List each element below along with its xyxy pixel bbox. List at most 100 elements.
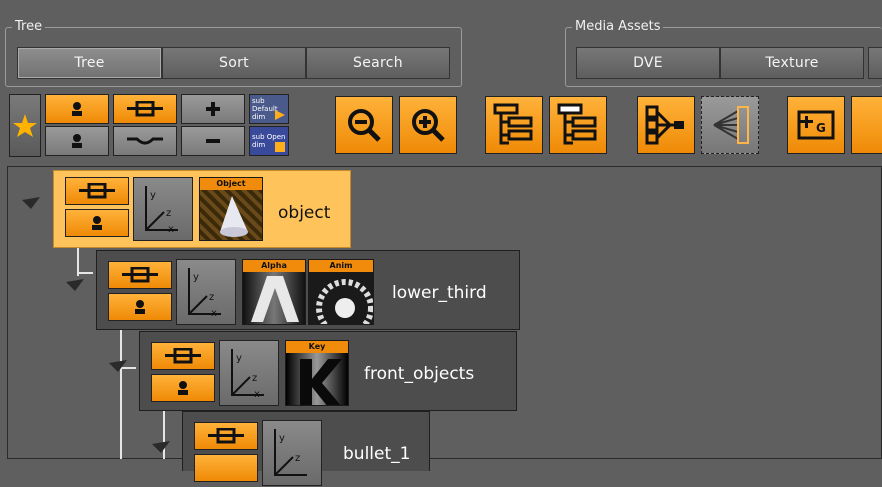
axis-y-label: y bbox=[150, 190, 156, 201]
axis-x-label: x bbox=[254, 389, 260, 400]
expand-arrow-icon[interactable] bbox=[22, 197, 40, 209]
tree-connector bbox=[120, 329, 122, 459]
axis-y-label: y bbox=[279, 433, 285, 444]
node-expand-button[interactable] bbox=[65, 177, 129, 205]
person-icon bbox=[72, 102, 82, 116]
tree-view-alt-icon bbox=[557, 103, 597, 145]
tab-partial[interactable] bbox=[868, 47, 882, 79]
axis-icon: yzx bbox=[231, 349, 264, 400]
connector-expand-icon bbox=[122, 267, 158, 283]
expand-all-button[interactable] bbox=[113, 94, 177, 124]
tree-view-button[interactable] bbox=[485, 96, 543, 154]
node-visibility-button[interactable] bbox=[65, 209, 129, 237]
tab-search-label: Search bbox=[353, 55, 403, 71]
node-visibility-button[interactable] bbox=[151, 374, 215, 402]
sub-default-button[interactable]: sub Default dim bbox=[249, 94, 289, 124]
anim-wheel-icon bbox=[316, 279, 373, 324]
node-transform-button[interactable]: yzx bbox=[133, 177, 193, 241]
node-object-thumbnail[interactable]: Object bbox=[199, 177, 263, 241]
add-group-icon: G bbox=[797, 110, 835, 140]
axis-icon: yzx bbox=[145, 186, 178, 235]
branch-icon bbox=[645, 105, 684, 145]
node-key-thumbnail[interactable]: Key bbox=[285, 340, 349, 406]
tree-view-icon bbox=[493, 103, 533, 145]
axis-x-label: x bbox=[168, 224, 174, 235]
person-icon bbox=[92, 216, 102, 230]
expand-arrow-icon[interactable] bbox=[66, 279, 84, 291]
axis-icon: yzx bbox=[188, 268, 221, 319]
node-expand-button[interactable] bbox=[108, 261, 172, 289]
axis-y-label: y bbox=[193, 272, 199, 283]
tab-sort[interactable]: Sort bbox=[162, 47, 306, 79]
node-transform-button[interactable]: yzx bbox=[176, 259, 236, 325]
media-assets-group-title: Media Assets bbox=[572, 19, 664, 35]
node-anim-thumbnail[interactable]: Anim bbox=[308, 259, 374, 325]
node-transform-button[interactable]: yz bbox=[262, 420, 322, 486]
show-object-button[interactable] bbox=[45, 94, 109, 124]
expand-arrow-icon[interactable] bbox=[109, 360, 127, 372]
tab-search[interactable]: Search bbox=[306, 47, 450, 79]
node-name: lower_third bbox=[392, 283, 487, 303]
plus-icon bbox=[206, 102, 220, 116]
axis-z-label: z bbox=[252, 373, 257, 384]
tree-view-alt-button[interactable] bbox=[549, 96, 607, 154]
partial-toolbar-button[interactable] bbox=[851, 96, 882, 154]
star-icon bbox=[13, 113, 37, 137]
object-cone-icon bbox=[220, 196, 248, 237]
tab-dve[interactable]: DVE bbox=[576, 47, 720, 79]
person-icon-grey bbox=[72, 134, 82, 148]
add-button[interactable] bbox=[181, 94, 245, 124]
zoom-out-button[interactable] bbox=[335, 96, 393, 154]
tree-node-lower-third[interactable]: yzx Alpha Anim lower_third bbox=[96, 250, 520, 330]
tree-node-front-objects[interactable]: yzx Key front_objects bbox=[139, 331, 517, 411]
tree-connector bbox=[77, 272, 93, 274]
connector-expand-icon bbox=[127, 101, 163, 117]
branch-dim-icon bbox=[713, 106, 749, 144]
minus-icon bbox=[206, 139, 220, 143]
node-visibility-button[interactable] bbox=[194, 454, 258, 482]
favorites-button[interactable] bbox=[9, 94, 41, 157]
tree-node-bullet-1[interactable]: yz bullet_1 bbox=[182, 411, 430, 486]
axis-x-label: x bbox=[211, 308, 217, 319]
zoom-in-button[interactable] bbox=[399, 96, 457, 154]
branch-view-dim-button[interactable] bbox=[701, 96, 759, 154]
node-transform-button[interactable]: yzx bbox=[219, 340, 279, 406]
node-name: bullet_1 bbox=[343, 444, 411, 464]
sub-open-button[interactable]: sub Open dim bbox=[249, 126, 289, 156]
node-alpha-thumbnail[interactable]: Alpha bbox=[242, 259, 306, 325]
square-icon bbox=[275, 142, 285, 152]
node-expand-button[interactable] bbox=[194, 422, 258, 450]
node-expand-button[interactable] bbox=[151, 342, 215, 370]
node-name: front_objects bbox=[364, 364, 475, 384]
axis-y-label: y bbox=[236, 353, 242, 364]
axis-z-label: z bbox=[166, 208, 171, 219]
tab-tree[interactable]: Tree bbox=[17, 47, 162, 79]
tab-tree-label: Tree bbox=[74, 55, 105, 71]
tree-node-object[interactable]: yzx Object object bbox=[53, 170, 351, 248]
connector-collapse-icon bbox=[127, 137, 163, 145]
person-icon bbox=[135, 300, 145, 314]
connector-expand-icon bbox=[208, 428, 244, 444]
node-visibility-button[interactable] bbox=[108, 293, 172, 321]
alpha-letter-icon bbox=[251, 276, 299, 322]
add-group-button[interactable]: G bbox=[787, 96, 845, 154]
tab-sort-label: Sort bbox=[219, 55, 249, 71]
remove-button[interactable] bbox=[181, 126, 245, 156]
node-name: object bbox=[278, 203, 331, 223]
expand-arrow-icon[interactable] bbox=[152, 441, 170, 453]
zoom-in-icon bbox=[412, 109, 445, 142]
tab-dve-label: DVE bbox=[633, 55, 663, 71]
zoom-out-icon bbox=[348, 109, 381, 142]
tree-group-title: Tree bbox=[12, 19, 46, 35]
collapse-all-button[interactable] bbox=[113, 126, 177, 156]
key-letter-icon bbox=[300, 359, 342, 405]
axis-icon: yz bbox=[274, 429, 307, 476]
axis-z-label: z bbox=[209, 292, 214, 303]
hide-object-button[interactable] bbox=[45, 126, 109, 156]
tab-texture[interactable]: Texture bbox=[720, 47, 864, 79]
tab-texture-label: Texture bbox=[765, 55, 819, 71]
person-icon bbox=[178, 381, 188, 395]
connector-expand-icon bbox=[165, 348, 201, 364]
branch-view-button[interactable] bbox=[637, 96, 695, 154]
scene-tree: yzx Object object yzx Alpha Anim lower_t… bbox=[7, 166, 882, 486]
